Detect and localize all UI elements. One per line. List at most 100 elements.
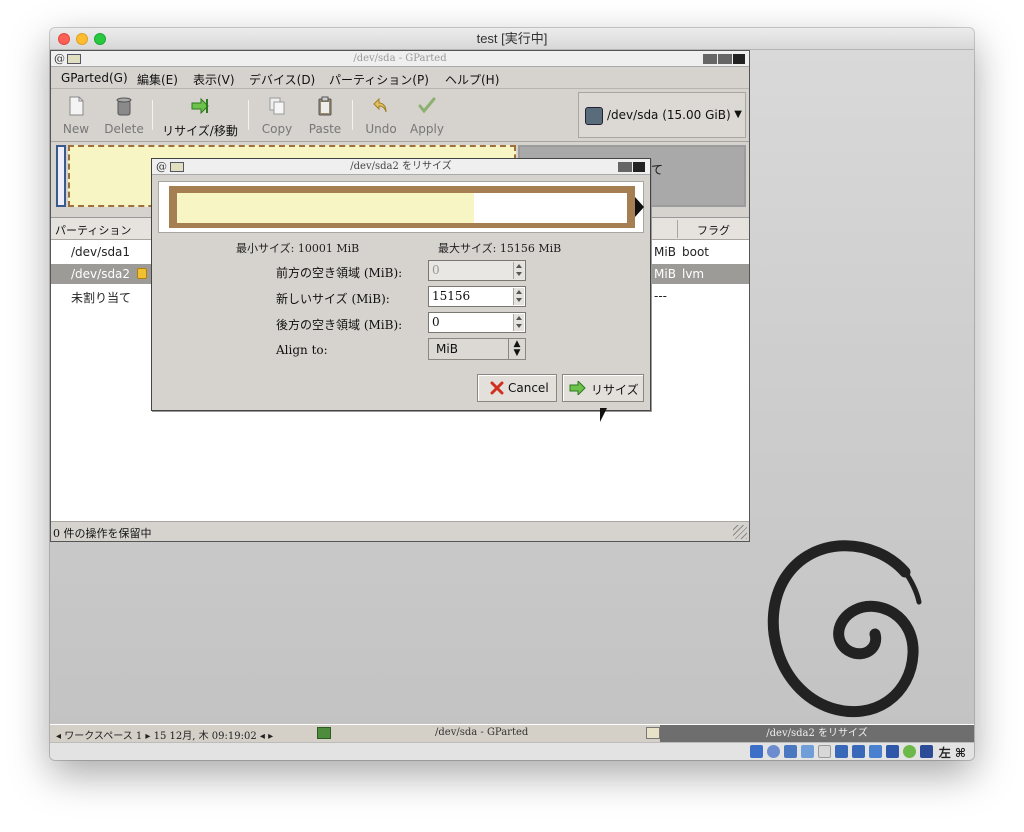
gparted-app-icon [67, 54, 81, 64]
resize-dialog: @ /dev/sda2 をリサイズ 最小サイズ: 10001 MiB 最大サイズ… [151, 158, 651, 422]
resize-arrow-icon [191, 97, 209, 115]
host-titlebar: test [実行中] [50, 28, 974, 50]
graph-partition-sda1[interactable] [56, 145, 66, 207]
undo-button[interactable]: Undo [359, 94, 403, 138]
resize-move-button[interactable]: リサイズ/移動 [157, 94, 243, 138]
menubar: GParted(G) 編集(E) 表示(V) デバイス(D) パーティション(P… [51, 67, 749, 89]
column-divider [677, 220, 678, 238]
min-size-label: 最小サイズ: 10001 MiB [236, 242, 360, 255]
taskbar-dialog-task[interactable]: /dev/sda2 をリサイズ [660, 725, 974, 742]
spin-down-icon[interactable] [516, 324, 522, 328]
close-window-button[interactable] [58, 33, 70, 45]
statusbar: 0 件の操作を保留中 [51, 521, 749, 541]
audio-icon[interactable] [784, 745, 797, 758]
menu-view[interactable]: 表示(V) [193, 71, 235, 88]
taskbar-dialog-icon[interactable] [646, 727, 660, 739]
resize-grip-icon[interactable] [733, 525, 747, 539]
optical-drive-icon[interactable] [767, 745, 780, 758]
toolbar-separator [352, 100, 353, 130]
toolbar-separator [152, 100, 153, 130]
free-after-spinner[interactable] [428, 312, 526, 333]
apply-button[interactable]: Apply [405, 94, 449, 138]
copy-label: Copy [261, 122, 293, 136]
device-selector[interactable]: /dev/sda (15.00 GiB) ▼ [578, 92, 746, 138]
align-label: Align to: [276, 343, 328, 357]
close-icon[interactable] [633, 162, 645, 172]
partition-size-unit: --- [654, 289, 667, 303]
menu-device[interactable]: デバイス(D) [249, 71, 315, 88]
new-size-stepper[interactable] [513, 288, 524, 305]
column-partition[interactable]: パーティション [55, 222, 131, 238]
menu-gparted[interactable]: GParted(G) [61, 71, 128, 85]
hdd-activity-icon[interactable] [750, 745, 763, 758]
partition-name: /dev/sda2 [71, 267, 131, 281]
free-before-stepper [513, 262, 524, 279]
delete-button[interactable]: Delete [99, 94, 149, 138]
dialog-titlebar: @ /dev/sda2 をリサイズ [152, 159, 650, 175]
shared-folders-icon[interactable] [835, 745, 848, 758]
gparted-window-controls [701, 54, 745, 64]
partition-resizer[interactable] [158, 181, 644, 233]
spin-down-icon[interactable] [516, 298, 522, 302]
taskbar-app-icon[interactable] [317, 727, 331, 739]
resize-handle-arrow-icon[interactable] [635, 197, 644, 217]
network-icon[interactable] [801, 745, 814, 758]
menu-partition[interactable]: パーティション(P) [329, 71, 429, 88]
window-menu-icon[interactable]: @ [54, 53, 65, 65]
resize-label: リサイズ [591, 383, 639, 397]
workspace-clock[interactable]: ◂ ワークスペース 1 ▸ 15 12月, 木 09:19:02 ◂ ▸ [56, 727, 273, 742]
vbox-statusbar: 左 ⌘ [50, 742, 974, 760]
host-window-title: test [実行中] [476, 31, 548, 46]
display-icon[interactable] [852, 745, 865, 758]
taskbar-gparted-task[interactable]: /dev/sda - GParted [435, 727, 528, 738]
recording-icon[interactable] [869, 745, 882, 758]
resize-button[interactable]: リサイズ [562, 374, 644, 402]
trash-icon [116, 97, 132, 116]
minimize-window-button[interactable] [76, 33, 88, 45]
gparted-app-icon [170, 162, 184, 172]
free-after-stepper[interactable] [513, 314, 524, 331]
minimize-icon[interactable] [702, 54, 717, 64]
copy-button[interactable]: Copy [255, 94, 299, 138]
maximize-icon[interactable] [618, 162, 632, 172]
spin-up-icon [516, 264, 522, 268]
resize-move-label: リサイズ/移動 [162, 124, 238, 138]
guest-desktop: @ /dev/sda - GParted GParted(G) 編集(E) 表示… [50, 50, 974, 760]
mouse-integration-icon[interactable] [920, 745, 933, 758]
cancel-button[interactable]: Cancel [477, 374, 557, 402]
new-size-input[interactable] [432, 289, 512, 303]
spin-up-icon[interactable] [516, 316, 522, 320]
dialog-window-controls [616, 162, 646, 172]
partition-size-unit: MiB [654, 267, 676, 281]
new-size-spinner[interactable] [428, 286, 526, 307]
close-icon[interactable] [732, 54, 745, 64]
paste-button[interactable]: Paste [303, 94, 347, 138]
gparted-window: @ /dev/sda - GParted GParted(G) 編集(E) 表示… [50, 50, 750, 542]
maximize-icon[interactable] [717, 54, 732, 64]
align-selector[interactable]: MiB ▲ ▼ [428, 338, 526, 360]
column-flags[interactable]: フラグ [697, 222, 730, 238]
menu-edit[interactable]: 編集(E) [137, 71, 178, 88]
new-label: New [62, 122, 90, 136]
maximize-window-button[interactable] [94, 33, 106, 45]
partition-flags: boot [682, 245, 710, 259]
menu-help[interactable]: ヘルプ(H) [445, 71, 499, 88]
new-document-icon [69, 96, 84, 116]
toolbar: New Delete リサイズ/移動 Copy Paste Undo Apply… [51, 90, 749, 142]
paste-icon [318, 96, 332, 116]
new-size-label: 新しいサイズ (MiB): [276, 292, 390, 306]
window-menu-icon[interactable]: @ [156, 161, 167, 173]
cpu-icon[interactable] [886, 745, 899, 758]
partition-resizer-used [177, 193, 474, 223]
cancel-x-icon [490, 381, 504, 395]
guest-additions-icon[interactable] [903, 745, 916, 758]
dropdown-arrow-icon: ▼ [734, 109, 742, 120]
resize-arrow-icon [569, 381, 586, 395]
checkmark-icon [418, 97, 436, 114]
new-button[interactable]: New [55, 94, 97, 138]
combo-arrows-icon: ▲ ▼ [508, 339, 525, 359]
spin-up-icon[interactable] [516, 290, 522, 294]
free-after-input[interactable] [432, 315, 512, 329]
free-before-input [432, 263, 512, 277]
usb-icon[interactable] [818, 745, 831, 758]
